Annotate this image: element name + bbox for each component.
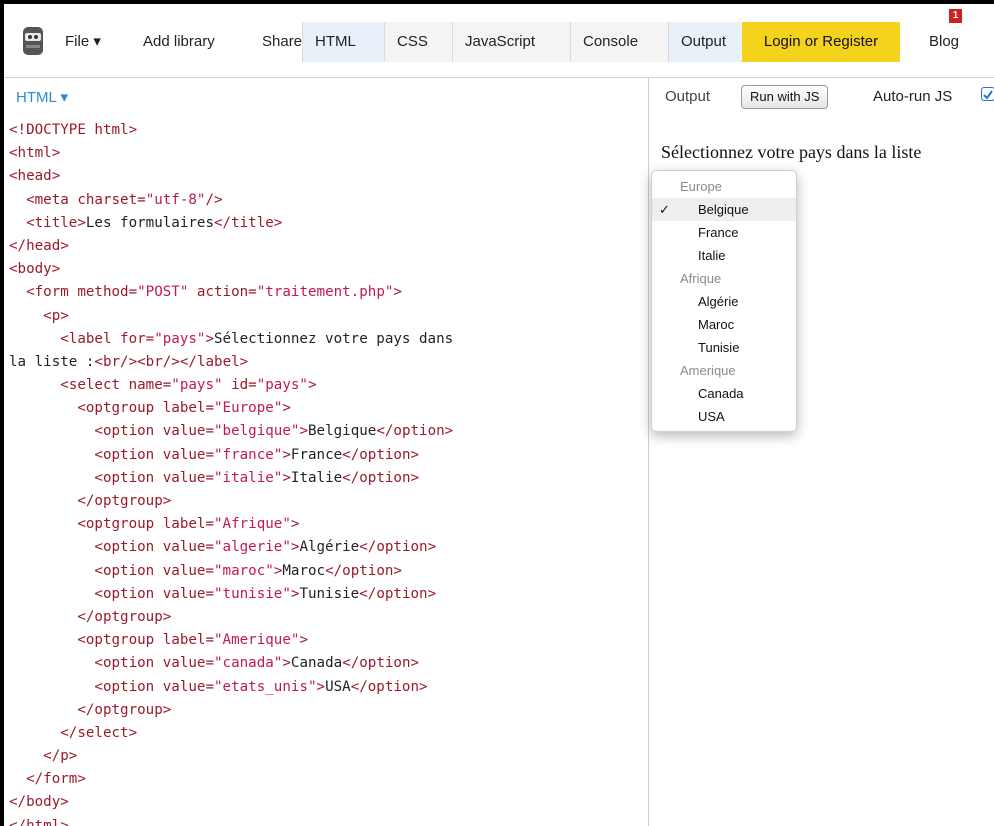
output-panel: Output Run with JS Auto-run JS Sélection… [649,78,994,826]
tab-css[interactable]: CSS [384,22,452,62]
optgroup-label: Afrique [680,271,722,286]
tab-console[interactable]: Console [570,22,668,62]
code-line[interactable]: <option value="maroc">Maroc</option> [9,560,453,583]
code-line[interactable]: </body> [9,791,453,814]
code-line[interactable]: <head> [9,165,453,188]
code-line[interactable]: <p> [9,305,453,328]
autorun-label: Auto-run JS [873,88,953,105]
jsbin-window: File ▾ Add library Share HTML CSS JavaSc… [4,4,994,826]
code-line[interactable]: </optgroup> [9,490,453,513]
select-option[interactable]: Italie [652,244,796,267]
code-line[interactable]: <option value="france">France</option> [9,444,453,467]
code-line[interactable]: <html> [9,142,453,165]
add-library-button[interactable]: Add library [143,22,215,62]
option-label: Belgique [698,202,749,217]
optgroup-label: Europe [680,179,722,194]
select-label: Sélectionnez votre pays dans la liste [661,142,922,162]
code-line[interactable]: la liste :<br/><br/></label> [9,351,453,374]
option-label: Algérie [698,294,739,309]
code-line[interactable]: <option value="etats_unis">USA</option> [9,676,453,699]
tab-html[interactable]: HTML [302,22,384,62]
tab-output[interactable]: Output [668,22,742,62]
option-label: Tunisie [698,340,740,355]
code-line[interactable]: <form method="POST" action="traitement.p… [9,281,453,304]
html-editor-panel[interactable]: HTML ▾ <!DOCTYPE html> <html> <head> <meta… [4,78,649,826]
code-line[interactable]: <meta charset="utf-8"/> [9,189,453,212]
selected-check-icon: ✓ [659,202,670,217]
code-line[interactable]: <option value="canada">Canada</option> [9,652,453,675]
autorun-checkbox[interactable] [981,87,994,101]
code-line[interactable]: <option value="tunisie">Tunisie</option> [9,583,453,606]
code-line[interactable]: </html> [9,815,453,826]
code-line[interactable]: <option value="belgique">Belgique</optio… [9,420,453,443]
checkmark-icon [983,90,993,100]
notification-badge: 1 [949,9,962,23]
select-option[interactable]: Canada [652,382,796,405]
select-option[interactable]: USA [652,405,796,428]
option-label: USA [698,409,725,424]
code-line[interactable]: <optgroup label="Afrique"> [9,513,453,536]
select-option[interactable]: France [652,221,796,244]
code-line[interactable]: </head> [9,235,453,258]
country-select-dropdown[interactable]: Europe ✓ Belgique France Italie Afrique Algéri… [651,170,797,432]
code-line[interactable]: <body> [9,258,453,281]
code-line[interactable]: <option value="algerie">Algérie</option> [9,536,453,559]
run-with-js-button[interactable]: Run with JS [741,85,829,109]
code-line[interactable]: <optgroup label="Amerique"> [9,629,453,652]
select-option[interactable]: Algérie [652,290,796,313]
code-line[interactable]: <title>Les formulaires</title> [9,212,453,235]
code-line[interactable]: </optgroup> [9,606,453,629]
file-menu[interactable]: File ▾ [65,22,101,62]
code-line[interactable]: </form> [9,768,453,791]
tab-javascript[interactable]: JavaScript [452,22,570,62]
login-register-button[interactable]: Login or Register [742,22,900,62]
code-line[interactable]: <label for="pays">Sélectionnez votre pay… [9,328,453,351]
code-line[interactable]: <select name="pays" id="pays"> [9,374,453,397]
code-line[interactable]: </optgroup> [9,699,453,722]
code-line[interactable]: <optgroup label="Europe"> [9,397,453,420]
option-label: Canada [698,386,744,401]
option-label: Maroc [698,317,735,332]
option-label: Italie [698,248,726,263]
code-line[interactable]: </p> [9,745,453,768]
code-editor[interactable]: <!DOCTYPE html> <html> <head> <meta charse… [9,119,453,826]
option-label: France [698,225,739,240]
select-option[interactable]: Maroc [652,313,796,336]
code-line[interactable]: </select> [9,722,453,745]
html-panel-menu[interactable]: HTML ▾ [16,88,68,106]
share-button[interactable]: Share [262,22,302,62]
toolbar: File ▾ Add library Share HTML CSS JavaSc… [4,4,994,78]
code-line[interactable]: <option value="italie">Italie</option> [9,467,453,490]
jsbin-logo-icon[interactable] [22,26,44,56]
output-label: Output [665,88,711,105]
code-line[interactable]: <!DOCTYPE html> [9,119,453,142]
select-option[interactable]: Tunisie [652,336,796,359]
optgroup-label: Amerique [680,363,736,378]
select-option[interactable]: ✓ Belgique [652,198,796,221]
blog-link[interactable]: Blog [929,22,959,62]
